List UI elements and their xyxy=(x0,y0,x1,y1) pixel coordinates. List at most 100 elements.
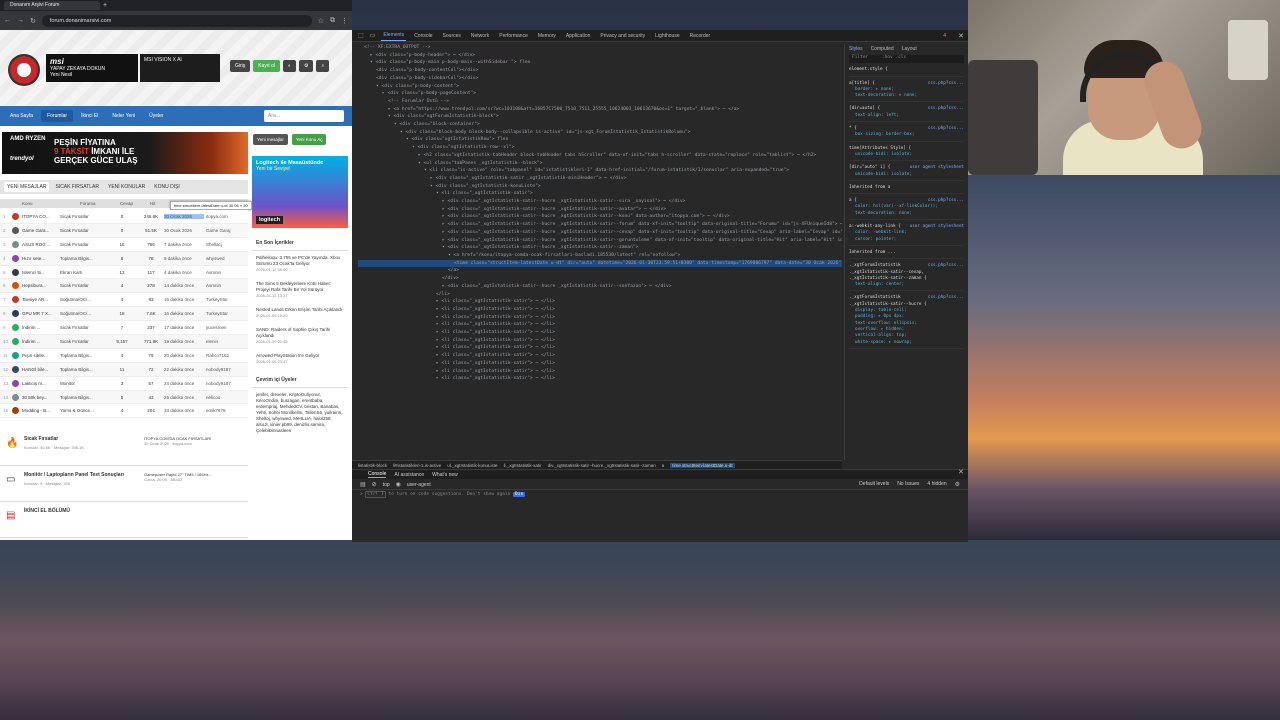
avatar[interactable] xyxy=(12,338,19,346)
breadcrumb-item[interactable]: div._xgtIstatistik-satir--hucre._xgtIsta… xyxy=(548,463,656,468)
thread-author[interactable]: whyswed xyxy=(206,256,246,261)
avatar[interactable] xyxy=(12,296,19,304)
dom-node-line[interactable]: ▾ <div class="xgtForumIstatistik-block"> xyxy=(358,113,842,121)
settings-icon[interactable]: ⚙ xyxy=(299,60,314,72)
star-icon[interactable]: ☆ xyxy=(318,17,324,25)
dom-node-line[interactable]: <div class="p-body-sidebarCol"></div> xyxy=(358,75,842,83)
thread-author[interactable]: nobody9187 xyxy=(206,381,246,386)
css-rule[interactable]: Inherited from ... xyxy=(849,250,964,260)
thread-row[interactable]: 10 İndirim ... Sicak Fırsatlar 9,157 771.9K 1… xyxy=(0,335,248,349)
thread-time[interactable]: 17 dakika önce xyxy=(164,325,204,330)
section-last-post[interactable]: Gameposer Rapid 27" TIM5 / 165Hz... Cuma,… xyxy=(144,472,244,482)
dom-node-line[interactable]: ▸ <li class="_xgtIstatistik-satir"> ⋯ </… xyxy=(358,344,842,352)
rule-property[interactable]: text-align: left; xyxy=(849,113,964,119)
thread-row[interactable]: 8 GPU MR 7 X... Soğutma/OC/... 18 7.6K 16 dak… xyxy=(0,307,248,322)
dom-node-line[interactable]: ▾ <div class="_xgtIstatistik-konuListe"> xyxy=(358,183,842,191)
console-settings-icon[interactable]: ⚙ xyxy=(955,481,960,488)
dom-node-line[interactable]: ▾ <div class="block-container"> xyxy=(358,121,842,129)
tab-hot-deals[interactable]: SICAK FIRSATLAR xyxy=(52,182,102,192)
thread-author[interactable]: Asmnin xyxy=(206,283,246,288)
dom-node-line[interactable]: ▸ <h2 class="xgtIstatistik-tabHeader blo… xyxy=(358,152,842,160)
thread-row[interactable]: 13 Lakticiş m... Monitör 3 57 24 dakika önce n… xyxy=(0,376,248,391)
thread-author[interactable]: nelicoo xyxy=(206,395,246,400)
tab-new-messages[interactable]: YENİ MESAJLAR xyxy=(4,182,50,192)
search-icon[interactable]: ⌕ xyxy=(316,60,330,72)
dom-node-line[interactable]: <!-- Forumlar Üstü --> xyxy=(358,98,842,106)
css-rule[interactable]: css.php?css... ._xgtForumIstatistik ._xgt… xyxy=(849,295,964,349)
dom-node-line[interactable]: <div class="p-body-contentCol"></div> xyxy=(358,67,842,75)
css-rule[interactable]: css.php?css... ._xgtForumIstatistik ._xgt… xyxy=(849,263,964,292)
thread-row[interactable]: 1 ITOPYA CO... Sicak Fırsatlar 0 246.6K 30 Oc… xyxy=(0,210,248,224)
thread-title[interactable]: GPU MR 7 X... xyxy=(22,311,52,316)
styles-filter-input[interactable]: Filter :hov .cls xyxy=(849,55,964,64)
thread-forum[interactable]: Sicak Fırsatlar xyxy=(60,325,112,330)
css-rule[interactable]: css.php?css... a[title] {border: ▸ none; t… xyxy=(849,81,964,103)
thread-forum[interactable]: Monitör xyxy=(60,381,112,386)
avatar[interactable] xyxy=(12,379,19,387)
dom-node-line[interactable]: </a> xyxy=(358,267,842,275)
avatar[interactable] xyxy=(12,351,19,359)
thread-time[interactable]: 24 dakika önce xyxy=(164,381,204,386)
thread-time[interactable]: 7 dakika önce xyxy=(164,242,204,247)
thread-title[interactable]: Tavsiye AR... xyxy=(22,297,52,302)
rule-source-link[interactable]: css.php?css... xyxy=(928,263,964,269)
dom-node-line[interactable]: ▾ <div class="xgtIstatistik-row--xl"> xyxy=(358,144,842,152)
nav-forums[interactable]: Forumlar xyxy=(41,110,74,122)
dom-node-line[interactable]: ▸ <div class="p-body-pageContent"> xyxy=(358,90,842,98)
thread-time[interactable]: 19 dakika önce xyxy=(164,339,204,344)
thread-forum[interactable]: Ekran Kartı xyxy=(60,270,112,275)
breadcrumb-item[interactable]: li#istatistikleri-1.is-active xyxy=(393,463,441,468)
devtools-tab-console[interactable]: Console xyxy=(412,31,434,41)
thread-author[interactable]: emik7676 xyxy=(206,408,246,413)
thread-title[interactable]: ITOPYA CO... xyxy=(22,214,52,219)
new-messages-button[interactable]: Yeni mesajlar xyxy=(253,134,288,145)
css-rule[interactable]: element.style { xyxy=(849,67,964,77)
section-last-post[interactable]: ITOPYA.COM'DA OCAK FIRSATLARI 30 Ocak 202… xyxy=(144,436,244,446)
thread-title[interactable]: ASUS ROG ... xyxy=(22,242,52,247)
dom-node-line[interactable]: ▸ <li class="_xgtIstatistik-satir"> ⋯ </… xyxy=(358,337,842,345)
breadcrumb-item[interactable]: time.structItem-latestDate.u-dt xyxy=(670,462,735,468)
thread-title[interactable]: Islemci Si... xyxy=(22,270,52,275)
news-item[interactable]: SAND: Raiders of Sophie Çıkış Tarihi Açı… xyxy=(252,323,348,349)
rule-property[interactable]: text-align: center; xyxy=(849,282,964,288)
dom-node-line[interactable]: ▸ <li class="_xgtIstatistik-satir"> ⋯ </… xyxy=(358,321,842,329)
news-item[interactable]: Arrowed PlayStation 5'e Geliyor 2026-01-0… xyxy=(252,349,348,369)
dom-node-line[interactable]: ▸ <div class="_xgtIstatistik-satir--hucr… xyxy=(358,221,842,229)
nav-second-hand[interactable]: İkinci El xyxy=(75,110,104,122)
nav-members[interactable]: Üyeler xyxy=(143,110,169,122)
rule-property[interactable]: white-space: ▸ nowrap; xyxy=(849,340,964,346)
site-search-input[interactable]: Ara... xyxy=(264,110,344,122)
news-item[interactable]: Palheiloqu: 3.755 ve PC'de Yayında. Xbox… xyxy=(252,251,348,277)
dom-node-line[interactable]: ▾ <li class="_xgtIstatistik-satir"> xyxy=(358,190,842,198)
dom-node-line[interactable]: ▸ <li class="_xgtIstatistik-satir"> ⋯ </… xyxy=(358,306,842,314)
avatar[interactable] xyxy=(12,213,19,220)
avatar[interactable] xyxy=(12,407,19,415)
breadcrumb-item[interactable]: listatistik-block xyxy=(358,463,387,468)
dom-node-line[interactable]: ▾ <li class="is-active" role="tabpanel" … xyxy=(358,167,842,175)
dom-node-line[interactable]: ▸ <div class="_xgtIstatistik-satir--hucr… xyxy=(358,283,842,291)
thread-row[interactable]: 2 Game Gara... Sicak Fırsatlar 0 51.5K 30 Oca… xyxy=(0,223,248,238)
new-tab-button[interactable]: + xyxy=(103,1,107,10)
thread-title[interactable]: 30 50k bey... xyxy=(22,395,52,400)
thread-author[interactable]: itopya.com xyxy=(206,214,246,219)
forum-section-row[interactable]: ▭ Monitör / Laptopların Panel Test Sonuçl… xyxy=(0,466,248,502)
section-name[interactable]: Monitör / Laptopların Panel Test Sonuçla… xyxy=(24,472,124,478)
avatar[interactable] xyxy=(12,365,19,373)
thread-forum[interactable]: Toplama Bilgis... xyxy=(60,353,112,358)
dom-node-line[interactable]: ▾ <div class="block-body block-body--col… xyxy=(358,129,842,137)
avatar[interactable] xyxy=(12,268,19,276)
devtools-tab-application[interactable]: Application xyxy=(564,31,592,41)
reload-icon[interactable]: ↻ xyxy=(30,17,36,25)
news-item[interactable]: The Sims 5 Bekleyenlere Kötü Haber: Proj… xyxy=(252,277,348,303)
thread-title[interactable]: Hızır sete... xyxy=(22,256,52,261)
css-rule[interactable]: time[Attributes Style] {unicode-bidi: is… xyxy=(849,146,964,162)
thread-row[interactable]: 7 Tavsiye AR... Soğutma/OC/... 4 83 15 dakika… xyxy=(0,293,248,308)
msi-vision-banner[interactable]: MSI VISION X AI xyxy=(140,54,220,82)
thread-time[interactable]: 33 dakika önce xyxy=(164,408,204,413)
dom-node-line[interactable]: ▸ <li class="_xgtIstatistik-satir"> ⋯ </… xyxy=(358,360,842,368)
drawer-ai-tab[interactable]: AI assistance xyxy=(394,472,424,478)
hov-cls[interactable]: :hov .cls xyxy=(882,55,906,60)
forward-icon[interactable]: → xyxy=(17,17,24,24)
thread-title[interactable]: İndirim ... xyxy=(22,339,52,344)
devtools-close-icon[interactable]: ✕ xyxy=(958,32,964,40)
